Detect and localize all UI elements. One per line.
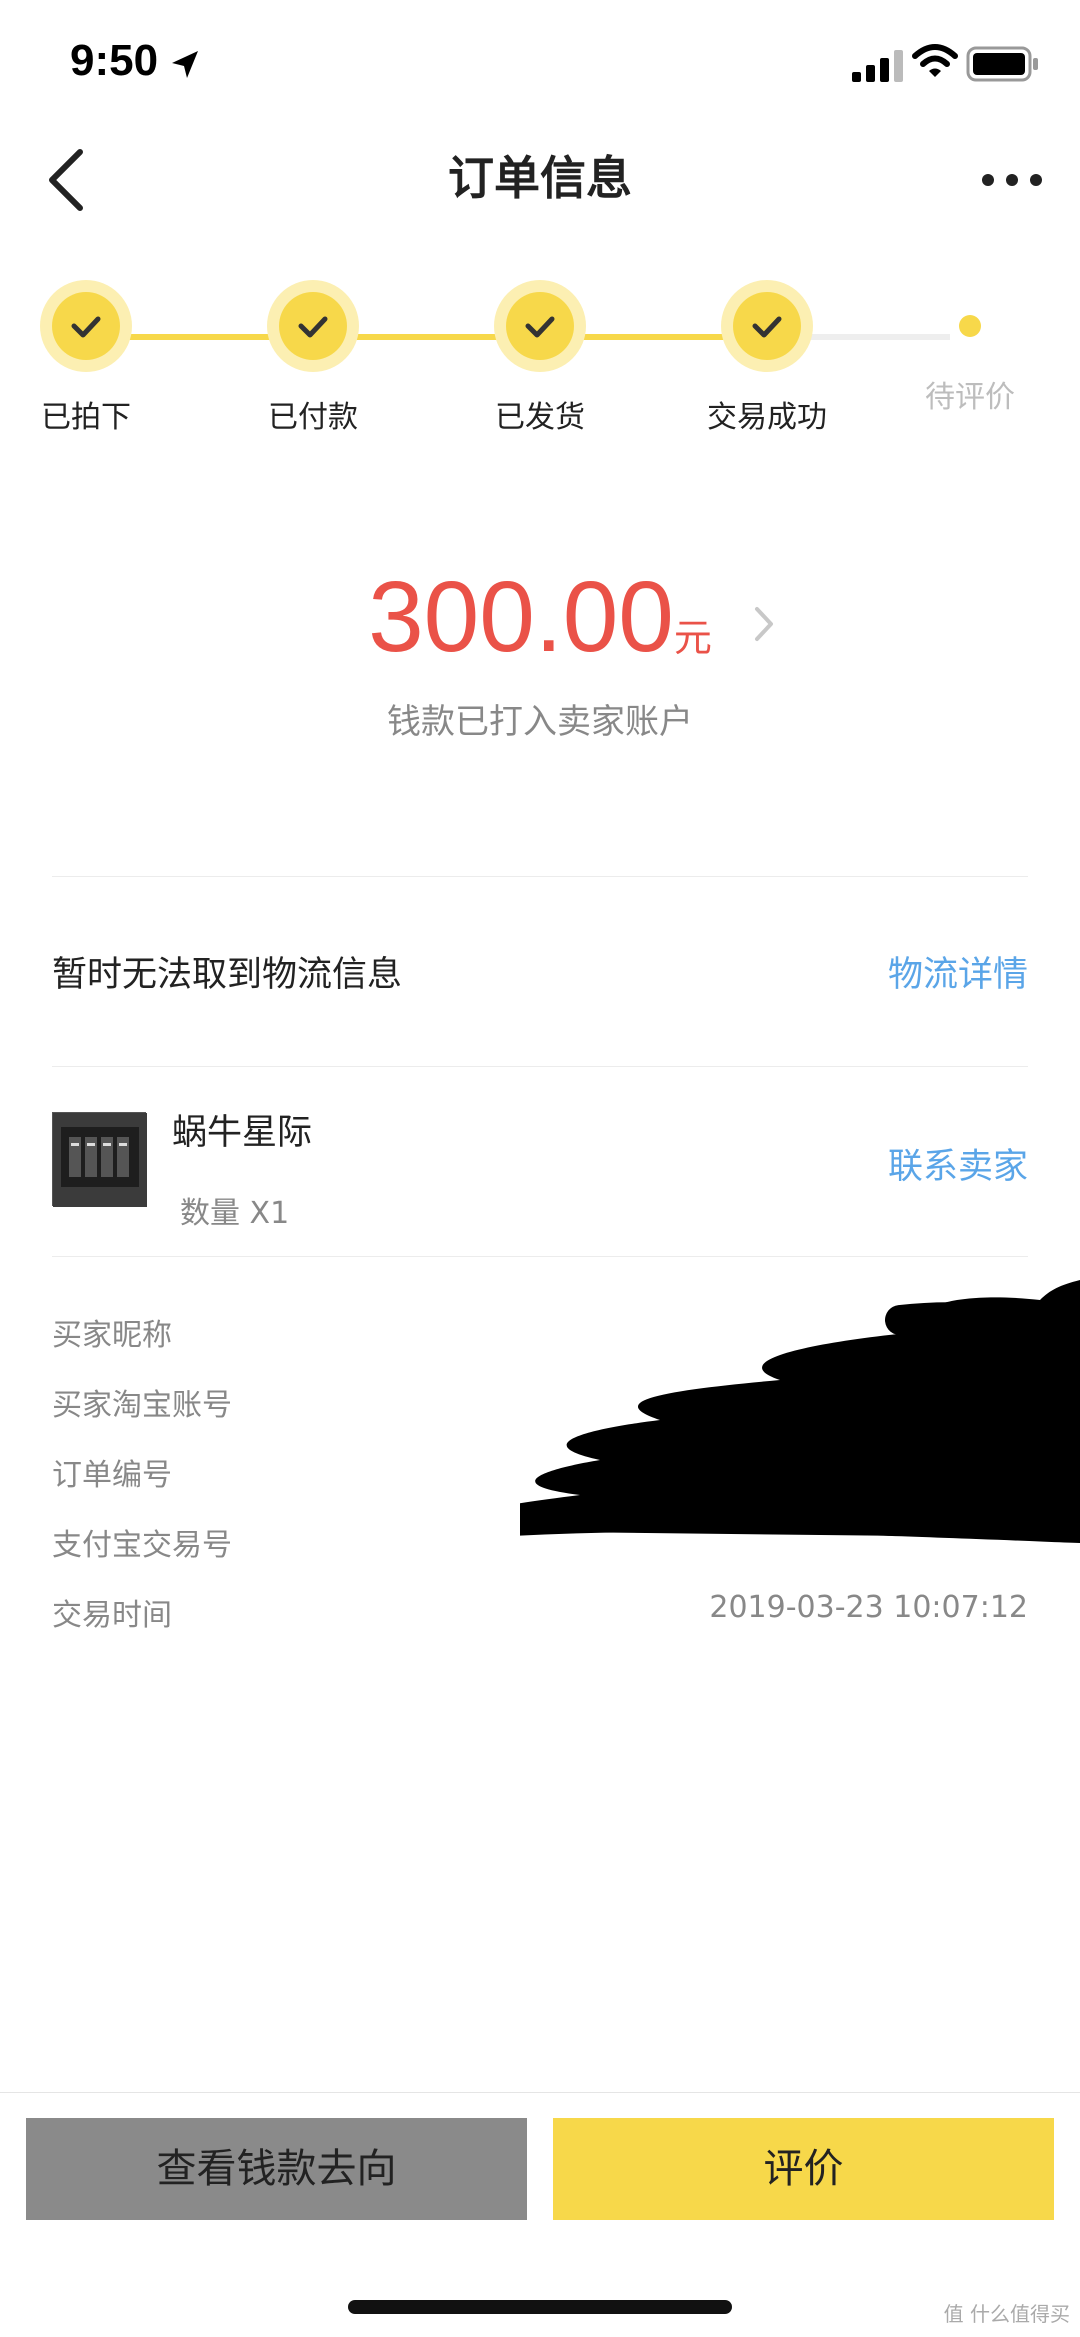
contact-seller-link[interactable]: 联系卖家 <box>888 1138 1028 1189</box>
order-progress: 已拍下 已付款 已发货 交易成功 待评价 <box>0 280 1080 460</box>
bottom-bar-divider <box>0 2092 1080 2093</box>
chevron-right-icon <box>755 607 773 641</box>
amount-row: 300.00元 <box>0 560 1080 675</box>
divider <box>52 1256 1028 1257</box>
location-arrow-icon <box>172 51 198 78</box>
navigation-bar: 订单信息 <box>0 130 1080 240</box>
step-label: 交易成功 <box>707 400 827 435</box>
battery-icon <box>966 46 1038 82</box>
progress-step: 已付款 <box>198 280 428 436</box>
product-quantity: 数量 X1 <box>180 1196 290 1231</box>
status-bar: 9:50 <box>0 0 1080 130</box>
product-image <box>53 1113 147 1207</box>
step-done-marker <box>721 280 813 372</box>
step-label: 待评价 <box>925 380 1015 415</box>
step-label: 已发货 <box>495 400 585 435</box>
redaction-scribble <box>520 1280 1080 1543</box>
progress-step: 已拍下 <box>0 280 201 436</box>
more-options-icon[interactable] <box>980 160 1044 200</box>
amount-unit: 元 <box>673 616 712 660</box>
step-pending-dot <box>959 315 981 337</box>
wifi-icon <box>912 44 958 77</box>
checkmark-icon <box>525 316 555 338</box>
step-label: 已拍下 <box>41 400 131 435</box>
step-label: 已付款 <box>268 400 358 435</box>
progress-step: 已发货 <box>425 280 655 436</box>
divider <box>52 1066 1028 1067</box>
status-time: 9:50 <box>70 36 159 85</box>
step-done-marker <box>40 280 132 372</box>
info-label-buyer-nickname: 买家昵称 <box>52 1318 172 1353</box>
info-label-order-number: 订单编号 <box>52 1458 172 1493</box>
product-thumbnail[interactable] <box>52 1112 147 1207</box>
info-value-trade-time: 2019-03-23 10:07:12 <box>709 1590 1028 1625</box>
page-title: 订单信息 <box>448 151 632 205</box>
progress-step: 交易成功 <box>652 280 882 436</box>
info-label-alipay-number: 支付宝交易号 <box>52 1528 232 1563</box>
divider <box>52 876 1028 877</box>
progress-step: 待评价 <box>855 280 1080 416</box>
logistics-status: 暂时无法取到物流信息 <box>52 955 403 995</box>
checkmark-icon <box>71 316 101 338</box>
view-funds-flow-button[interactable]: 查看钱款去向 <box>26 2118 527 2220</box>
watermark: 值 什么值得买 <box>943 2302 1070 2326</box>
logistics-detail-link[interactable]: 物流详情 <box>888 946 1028 997</box>
info-label-trade-time: 交易时间 <box>52 1598 172 1633</box>
amount-status-note: 钱款已打入卖家账户 <box>387 702 693 742</box>
payment-amount[interactable]: 300.00元 钱款已打入卖家账户 <box>0 560 1080 760</box>
info-label-buyer-account: 买家淘宝账号 <box>52 1388 232 1423</box>
amount-value: 300.00 <box>368 561 674 673</box>
checkmark-icon <box>752 316 782 338</box>
step-done-marker <box>267 280 359 372</box>
product-name[interactable]: 蜗牛星际 <box>172 1104 312 1155</box>
cellular-signal-icon <box>852 50 903 82</box>
step-done-marker <box>494 280 586 372</box>
review-button[interactable]: 评价 <box>553 2118 1054 2220</box>
home-indicator[interactable] <box>348 2300 732 2314</box>
checkmark-icon <box>298 316 328 338</box>
